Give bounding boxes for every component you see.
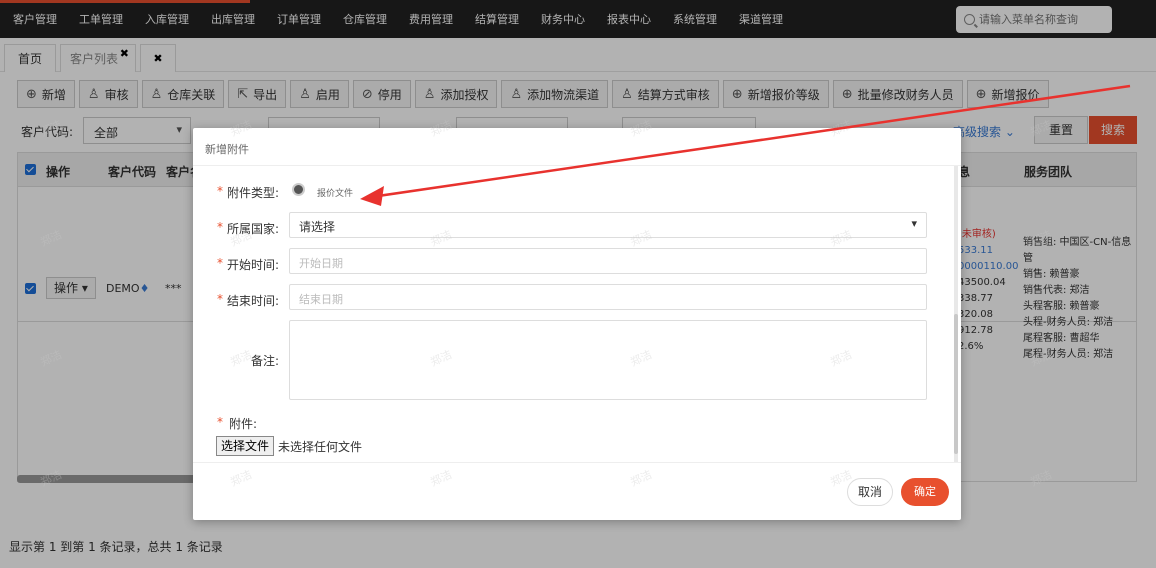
end-time-label: 结束时间:: [226, 294, 279, 308]
scrollbar-thumb[interactable]: [954, 314, 958, 454]
dialog-body: * 附件类型: 报价文件 * 所属国家: 请选择 * 开始时间: 开始日期 * …: [193, 166, 961, 462]
start-time-label: 开始时间:: [226, 258, 279, 272]
file-status: 未选择任何文件: [278, 440, 363, 454]
start-date-input[interactable]: 开始日期: [289, 248, 927, 274]
end-date-input[interactable]: 结束日期: [289, 284, 927, 310]
cancel-button[interactable]: 取消: [847, 478, 893, 506]
choose-file-button[interactable]: 选择文件: [216, 436, 274, 456]
confirm-button[interactable]: 确定: [901, 478, 949, 506]
dialog-scrollbar[interactable]: [954, 166, 958, 462]
radio-quote-file-label: 报价文件: [317, 189, 354, 199]
radio-quote-file[interactable]: [292, 183, 305, 196]
attachment-label: 附件:: [229, 417, 258, 431]
attachment-type-label: 附件类型:: [226, 186, 279, 200]
add-attachment-dialog: 新增附件 * 附件类型: 报价文件 * 所属国家: 请选择 * 开始时间: 开始…: [193, 128, 961, 520]
required-mark: *: [217, 415, 223, 429]
